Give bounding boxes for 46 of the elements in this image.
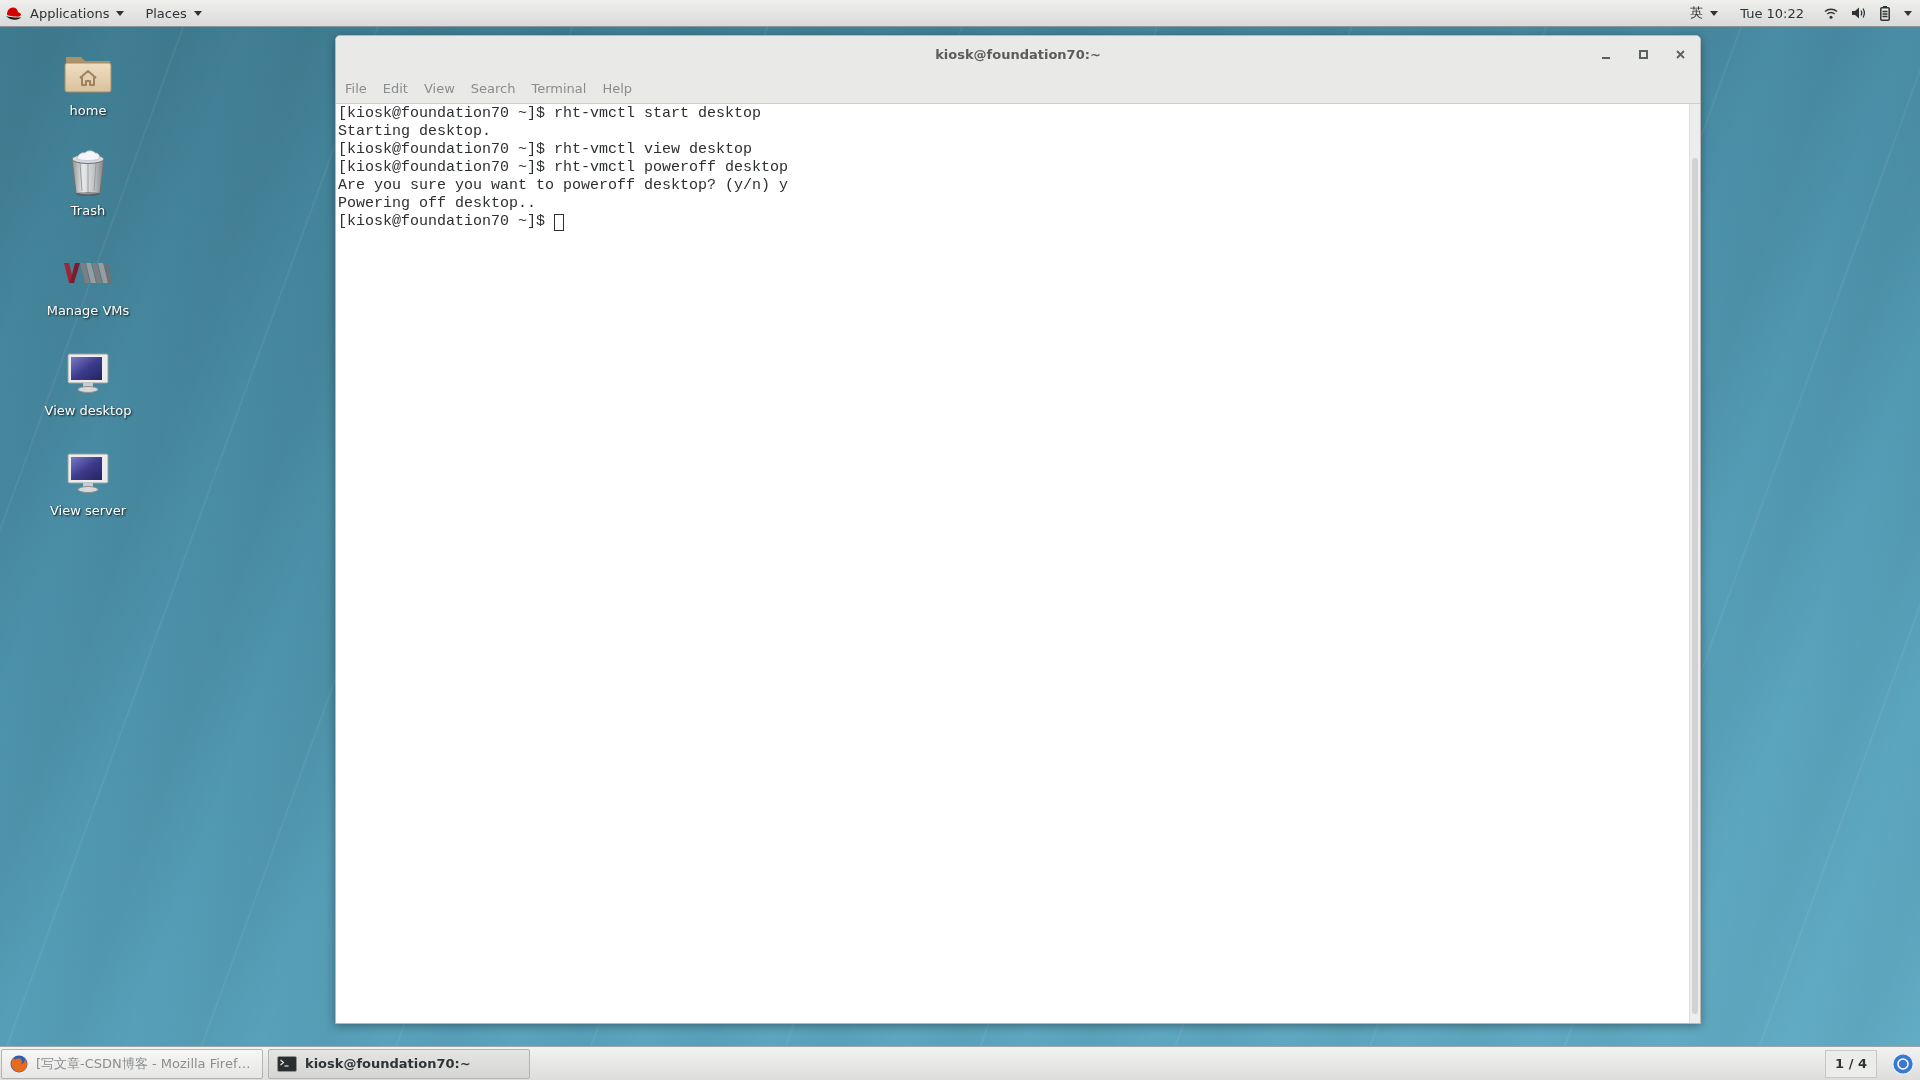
menu-item[interactable]: Help: [594, 76, 641, 100]
menu-item[interactable]: Search: [462, 76, 524, 100]
menu-item[interactable]: View: [415, 76, 463, 100]
terminal-line: Starting desktop.: [338, 123, 492, 141]
top-menu-button[interactable]: Places: [145, 2, 202, 24]
desktop-icon-label: Manage VMs: [46, 303, 130, 319]
caret-icon: [1710, 10, 1719, 16]
monitor-icon[interactable]: [67, 353, 109, 393]
workspace-indicator[interactable]: 1 / 4: [1825, 1049, 1877, 1078]
terminal-line: [kiosk@foundation70 ~]$ rht-vmctl view desktop: [338, 141, 753, 159]
maximize-icon: [1638, 50, 1648, 59]
desktop-icon-label: View server: [49, 503, 127, 519]
caret-icon: [193, 10, 202, 16]
close-icon: [1675, 50, 1685, 59]
notification-icon[interactable]: [1892, 1052, 1914, 1075]
volume-icon[interactable]: [1852, 7, 1866, 19]
clock[interactable]: Tue 10:22: [1740, 5, 1804, 21]
menu-item[interactable]: Terminal: [523, 76, 595, 100]
monitor-icon[interactable]: [67, 453, 109, 493]
globe-icon: [10, 1054, 28, 1073]
input-method-button[interactable]: 英: [1690, 2, 1719, 24]
terminal-line: Powering off desktop..: [338, 195, 537, 213]
window-title: kiosk@foundation70:~: [935, 47, 1101, 62]
terminal-line: Are you sure you want to poweroff desktop? (y/n) y: [338, 177, 789, 195]
caret-icon: [116, 10, 125, 16]
terminal-line: [kiosk@foundation70 ~]$ rht-vmctl start desktop: [338, 105, 762, 123]
desktop-icon-label: home: [69, 103, 107, 119]
hat-logo-icon[interactable]: [5, 5, 22, 21]
taskbar-button[interactable]: kiosk@foundation70:~: [268, 1048, 530, 1079]
menu-item[interactable]: Edit: [374, 76, 416, 100]
desktop-icon-label: Trash: [70, 203, 106, 219]
caret-icon[interactable]: [1904, 10, 1912, 16]
logo-icon[interactable]: [64, 263, 112, 283]
desktop-icon-label: View desktop: [44, 403, 132, 419]
top-menu-button[interactable]: Applications: [30, 2, 125, 24]
wifi-icon[interactable]: [1824, 7, 1838, 19]
battery-icon[interactable]: [1880, 5, 1890, 21]
terminal-line: [kiosk@foundation70 ~]$ rht-vmctl poweroff desktop: [338, 159, 789, 177]
menu-item[interactable]: File: [337, 76, 375, 100]
trash-icon[interactable]: [69, 149, 107, 197]
terminal-line: [kiosk@foundation70 ~]$: [338, 213, 546, 231]
taskbar-button[interactable]: [写文章-CSDN博客 - Mozilla Firef…: [1, 1048, 263, 1079]
scrollbar-thumb[interactable]: [1692, 158, 1698, 1014]
terminal-icon: [277, 1055, 297, 1072]
scrollbar[interactable]: [1689, 104, 1700, 1023]
minimize-icon: [1602, 57, 1610, 59]
